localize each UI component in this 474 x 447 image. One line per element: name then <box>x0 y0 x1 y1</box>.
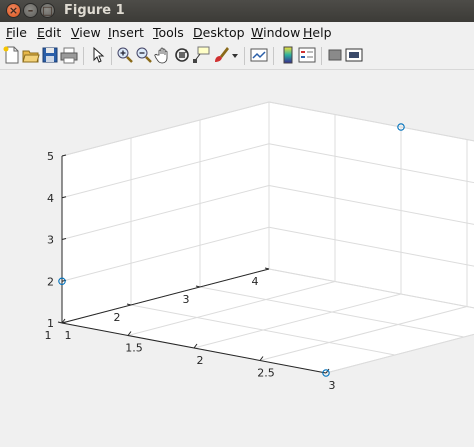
y-tick-label: 2 <box>114 311 121 324</box>
x-tick-label: 3 <box>329 379 336 392</box>
window-title: Figure 1 <box>64 3 125 18</box>
menu-mnemonic: H <box>303 25 313 40</box>
toolbar-separator <box>111 47 112 65</box>
menu-label: nsert <box>111 25 144 40</box>
toolbar-separator <box>244 47 245 65</box>
zoom-out-icon[interactable] <box>135 46 153 64</box>
z-tick-label: 3 <box>47 234 54 247</box>
toolbar-separator <box>321 47 322 65</box>
brush-icon[interactable] <box>212 46 230 64</box>
y-tick <box>57 321 63 324</box>
print-icon[interactable] <box>60 46 78 64</box>
title-bar: × – □ Figure 1 <box>0 0 474 22</box>
minimize-icon: – <box>27 4 34 17</box>
menu-insert[interactable]: Insert <box>108 25 144 40</box>
figure-area: 1 2 3 4 5 1 1.5 2 2.5 3 1 2 3 4 <box>0 70 474 443</box>
menu-desktop[interactable]: Desktop <box>193 25 245 40</box>
z-tick-label: 4 <box>47 192 54 205</box>
close-icon: × <box>8 4 19 17</box>
y-tick-label: 3 <box>183 293 190 306</box>
x-tick-label: 1.5 <box>125 342 143 355</box>
menu-label: indow <box>263 25 301 40</box>
rotate-3d-icon[interactable] <box>173 46 191 64</box>
z-tick-label: 5 <box>47 150 54 163</box>
menu-mnemonic: D <box>193 25 203 40</box>
x-tick-label: 1 <box>65 329 72 342</box>
menu-label: iew <box>79 25 101 40</box>
zoom-in-icon[interactable] <box>116 46 134 64</box>
menu-view[interactable]: View <box>71 25 101 40</box>
show-plot-tools-icon[interactable] <box>345 46 363 64</box>
menu-label: ools <box>158 25 184 40</box>
edit-plot-arrow-icon[interactable] <box>89 46 107 64</box>
maximize-window-button[interactable]: □ <box>40 3 55 18</box>
menu-bar: File Edit View Insert Tools Desktop Wind… <box>0 22 474 43</box>
axes-panes <box>62 102 474 373</box>
toolbar-separator <box>273 47 274 65</box>
axes-3d[interactable]: 1234511.522.531234 <box>0 70 474 443</box>
menu-file[interactable]: File <box>6 25 27 40</box>
x-tick-label: 2 <box>197 354 204 367</box>
menu-tools[interactable]: Tools <box>153 25 184 40</box>
hide-plot-tools-icon[interactable] <box>326 46 344 64</box>
toolbar-separator <box>83 47 84 65</box>
insert-colorbar-icon[interactable] <box>279 46 297 64</box>
data-cursor-icon[interactable] <box>192 46 210 64</box>
menu-mnemonic: W <box>251 25 264 40</box>
pan-icon[interactable] <box>154 46 172 64</box>
menu-label: esktop <box>202 25 245 40</box>
menu-label: ile <box>12 25 27 40</box>
open-file-icon[interactable] <box>22 46 40 64</box>
figure-toolbar <box>0 43 474 70</box>
z-tick-label: 2 <box>47 275 54 288</box>
menu-help[interactable]: Help <box>303 25 332 40</box>
menu-window[interactable]: Window <box>251 25 300 40</box>
menu-mnemonic: E <box>37 25 45 40</box>
new-figure-icon[interactable] <box>3 46 21 64</box>
y-tick-label: 1 <box>45 329 52 342</box>
save-icon[interactable] <box>41 46 59 64</box>
brush-dropdown-icon[interactable] <box>230 46 240 64</box>
close-window-button[interactable]: × <box>6 3 21 18</box>
menu-edit[interactable]: Edit <box>37 25 61 40</box>
menu-label: elp <box>312 25 332 40</box>
menu-label: dit <box>44 25 62 40</box>
link-plot-icon[interactable] <box>250 46 268 64</box>
x-tick-label: 2.5 <box>257 367 275 380</box>
y-tick-label: 4 <box>252 275 259 288</box>
insert-legend-icon[interactable] <box>298 46 316 64</box>
minimize-window-button[interactable]: – <box>23 3 38 18</box>
maximize-icon: □ <box>42 4 53 17</box>
